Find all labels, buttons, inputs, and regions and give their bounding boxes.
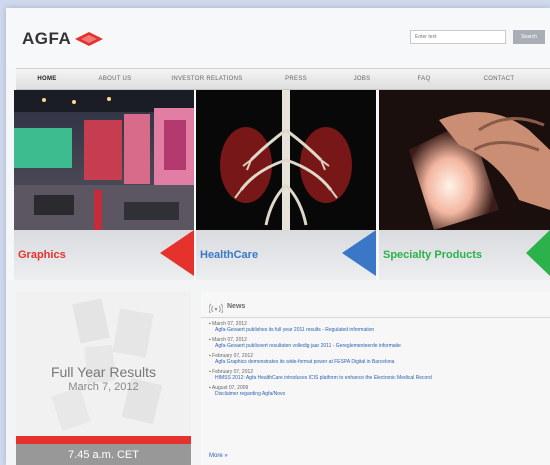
results-title: Full Year Results <box>50 364 157 380</box>
specialty-products-label: Specialty Products <box>383 249 483 261</box>
healthcare-arrow-icon <box>342 230 376 276</box>
news-link[interactable]: HIMSS 2012: Agfa HealthCare introduces I… <box>209 375 544 382</box>
main-nav: HOME ABOUT US INVESTOR RELATIONS PRESS J… <box>16 68 550 90</box>
news-item: ▪ March 07, 2012 Agfa-Gevaert publiceert… <box>209 337 544 350</box>
healthcare-angiography-image <box>196 90 376 230</box>
specialty-products-hand-image <box>379 90 550 230</box>
chevron-right-icon: » <box>224 453 228 459</box>
header: AGFA Enter text Search <box>6 8 550 66</box>
nav-press[interactable]: PRESS <box>262 76 330 82</box>
logo-wordmark: AGFA <box>22 29 72 48</box>
nav-investor-relations[interactable]: INVESTOR RELATIONS <box>152 76 262 82</box>
news-item: ▪ August 07, 2009 Disclaimer regarding A… <box>209 385 544 398</box>
news-link[interactable]: Agfa-Gevaert publishes its full year 201… <box>209 327 544 334</box>
results-red-bar <box>16 436 191 444</box>
search-button[interactable]: Search <box>513 30 545 44</box>
news-section: News ▪ March 07, 2012 Agfa-Gevaert publi… <box>201 291 550 465</box>
agfa-logo[interactable]: AGFA <box>22 29 104 49</box>
specialty-products-panel[interactable]: Specialty Products <box>379 90 550 280</box>
news-link[interactable]: Agfa-Gevaert publiceert resultaten volle… <box>209 343 544 350</box>
healthcare-panel[interactable]: HealthCare <box>196 90 376 280</box>
news-item: ▪ February 07, 2012 Agfa Graphics demons… <box>209 353 544 366</box>
graphics-arrow-icon <box>160 230 194 276</box>
nav-jobs[interactable]: JOBS <box>330 76 394 82</box>
full-year-results-banner[interactable]: Full Year Results March 7, 2012 7.45 a.m… <box>16 291 191 465</box>
graphics-label: Graphics <box>18 249 66 261</box>
news-list: ▪ March 07, 2012 Agfa-Gevaert publishes … <box>209 321 544 401</box>
agfa-homepage: AGFA Enter text Search HOME ABOUT US INV… <box>6 8 550 465</box>
agfa-rhombus-icon <box>75 32 104 46</box>
news-link[interactable]: Disclaimer regarding Agfa/Novo <box>209 391 544 398</box>
nav-home[interactable]: HOME <box>16 76 78 82</box>
search-input[interactable]: Enter text <box>410 30 506 44</box>
rss-icon <box>209 303 223 313</box>
graphics-trade-show-image <box>14 90 194 230</box>
news-header: News <box>201 303 550 318</box>
results-date: March 7, 2012 <box>68 381 139 393</box>
healthcare-label: HealthCare <box>200 249 259 261</box>
more-news-link[interactable]: More » <box>209 453 228 459</box>
specialty-arrow-icon <box>526 230 550 276</box>
nav-faq[interactable]: FAQ <box>394 76 454 82</box>
news-title: News <box>227 303 246 310</box>
results-time: 7.45 a.m. CET <box>16 444 191 465</box>
news-item: ▪ February 07, 2012 HIMSS 2012: Agfa Hea… <box>209 369 544 382</box>
nav-contact[interactable]: CONTACT <box>454 76 544 82</box>
news-link[interactable]: Agfa Graphics demonstrates its wide-form… <box>209 359 544 366</box>
news-item: ▪ March 07, 2012 Agfa-Gevaert publishes … <box>209 321 544 334</box>
nav-about-us[interactable]: ABOUT US <box>78 76 152 82</box>
graphics-panel[interactable]: Graphics <box>14 90 194 280</box>
